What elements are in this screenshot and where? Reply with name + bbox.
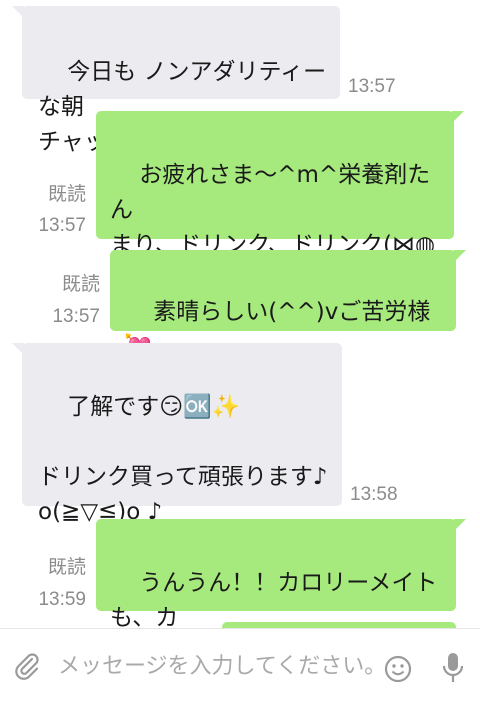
message-time: 13:57 bbox=[348, 76, 396, 97]
paperclip-icon[interactable] bbox=[12, 651, 42, 681]
read-receipt: 既読 bbox=[47, 184, 86, 205]
read-receipt: 既読 bbox=[61, 274, 100, 295]
emoji-icon[interactable] bbox=[384, 655, 412, 683]
message-time: 13:59 bbox=[38, 589, 86, 610]
read-receipt: 既読 bbox=[47, 557, 86, 578]
microphone-icon[interactable] bbox=[440, 651, 466, 685]
message-time: 13:58 bbox=[350, 484, 398, 505]
incoming-message[interactable]: 了解です😏🆗✨ ドリンク買って頑張ります♪ o(≧▽≦)o ♪ bbox=[12, 343, 342, 525]
message-text: うんうん！！カロリーメイトも、カ ロリーメイトも、カロリーメイトも bbox=[110, 570, 438, 628]
message-time: 13:57 bbox=[38, 215, 86, 236]
incoming-message[interactable]: 今日も ノンアダリティーな朝 チャットでした🎵(笑) bbox=[12, 6, 340, 155]
message-time: 13:57 bbox=[52, 306, 100, 327]
message-input[interactable]: メッセージを入力してください。 bbox=[58, 648, 386, 680]
chat-area: 今日も ノンアダリティーな朝 チャットでした🎵(笑) 13:57 お疲れさま〜^… bbox=[0, 0, 480, 628]
outgoing-message[interactable]: お疲れさま〜^m^栄養剤たん まり、ドリンク、ドリンク(⋈◍＞ ◡＜◍)。✧♡ bbox=[96, 111, 464, 328]
message-text: 了解です😏🆗✨ ドリンク買って頑張ります♪ o(≧▽≦)o ♪ bbox=[38, 394, 328, 525]
outgoing-message[interactable]: 素晴らしい(^^)vご苦労様💘 💘 bbox=[110, 250, 466, 395]
outgoing-message[interactable]: うんうん！！カロリーメイトも、カ ロリーメイトも、カロリーメイトも bbox=[96, 519, 466, 628]
message-composer: メッセージを入力してください。 bbox=[0, 628, 480, 701]
